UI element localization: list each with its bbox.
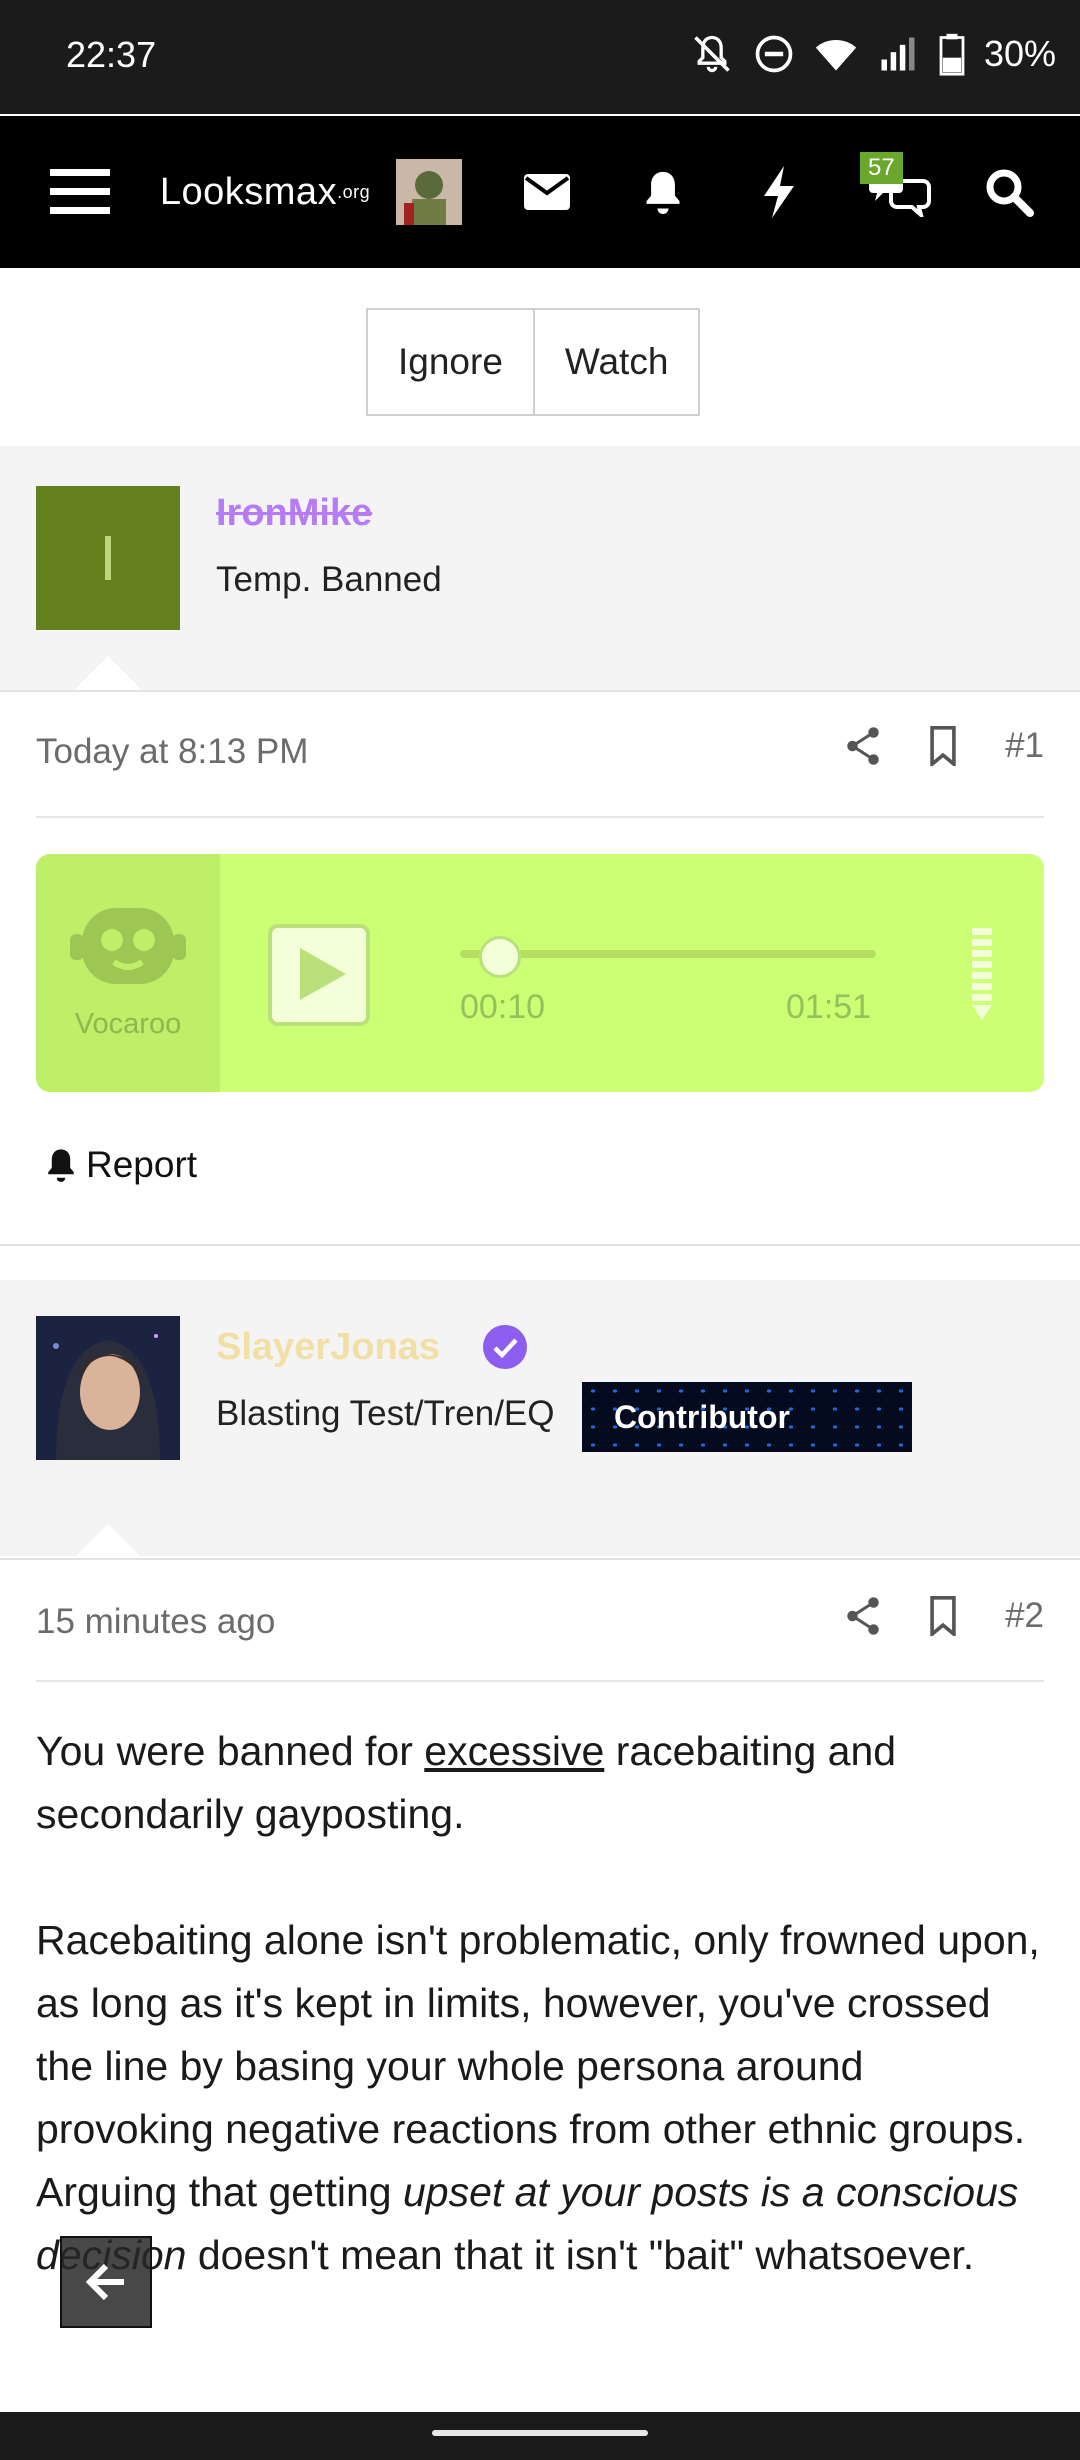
logo-suffix: .org [337, 181, 371, 202]
audio-seek-track[interactable] [460, 950, 876, 958]
watch-button[interactable]: Watch [534, 308, 701, 416]
post2-avatar[interactable] [36, 1316, 180, 1460]
avatar-letter: I [36, 486, 180, 630]
post1-number[interactable]: #1 [1005, 726, 1044, 766]
vocaroo-label: Vocaroo [74, 1008, 182, 1040]
back-button[interactable] [60, 2236, 152, 2328]
whats-new-lightning-icon[interactable] [742, 116, 816, 268]
post2-paragraph-1: You were banned for excessive racebaitin… [36, 1720, 1046, 1846]
post2-username[interactable]: SlayerJonas [216, 1326, 440, 1369]
post2-divider [0, 1558, 1080, 1560]
post2-user-title: Blasting Test/Tren/EQ [216, 1394, 555, 1433]
arrow-left-icon [85, 2263, 124, 2301]
para2-text-b: doesn't mean that it isn't "bait" whatso… [186, 2232, 975, 2278]
audio-duration: 01:51 [786, 988, 872, 1026]
system-nav-bar [0, 2412, 1080, 2460]
post2-caret [74, 1524, 142, 1558]
post2-user-block: SlayerJonas Blasting Test/Tren/EQ [0, 1280, 1080, 1556]
post1-divider [0, 690, 1080, 692]
thread-actions: Ignore Watch [366, 308, 701, 416]
do-not-disturb-icon [755, 35, 793, 73]
vocaroo-brand-panel[interactable]: Vocaroo [36, 854, 220, 1092]
volume-icon[interactable] [970, 926, 994, 1022]
bookmark-icon[interactable] [927, 726, 959, 766]
bell-icon [48, 1149, 74, 1182]
post1-user-block: I IronMike Temp. Banned [0, 446, 1080, 690]
post2-meta-actions: #2 [845, 1596, 1044, 1636]
share-icon[interactable] [845, 726, 881, 766]
bell-off-icon [694, 35, 730, 73]
conversations-icon[interactable] [860, 116, 940, 268]
audio-seek-handle[interactable] [479, 936, 522, 978]
vocaroo-player: Vocaroo 00:10 01:51 [36, 854, 1044, 1092]
post1-username[interactable]: IronMike [216, 492, 372, 535]
conversations-badge: 57 [860, 152, 903, 184]
wifi-icon [815, 40, 857, 71]
play-icon [300, 948, 346, 1000]
ignore-button[interactable]: Ignore [366, 308, 535, 416]
para1-text-a: You were banned for [36, 1728, 425, 1774]
report-label: Report [86, 1144, 198, 1185]
battery-percent: 30% [983, 33, 1056, 74]
post2-paragraph-2: Racebaiting alone isn't problematic, onl… [36, 1909, 1046, 2287]
post1-caret [74, 656, 142, 690]
post1-meta-rule [36, 816, 1044, 818]
post2-body: You were banned for excessive racebaitin… [36, 1720, 1046, 2350]
play-button[interactable] [268, 924, 370, 1026]
posts-divider [0, 1244, 1080, 1246]
site-logo[interactable]: Looksmax .org [158, 116, 372, 268]
alerts-bell-icon[interactable] [626, 116, 700, 268]
inbox-icon[interactable] [510, 116, 584, 268]
post1-timestamp[interactable]: Today at 8:13 PM [36, 732, 308, 772]
user-avatar[interactable] [394, 116, 464, 268]
report-link[interactable]: Report [44, 1144, 197, 1186]
status-icons: 30% [690, 32, 1056, 76]
post2-number[interactable]: #2 [1005, 1596, 1044, 1636]
post2-meta-rule [36, 1680, 1044, 1682]
verified-badge-icon [483, 1325, 527, 1369]
post1-meta-actions: #1 [845, 726, 1044, 766]
post1-avatar[interactable]: I [36, 486, 180, 630]
forum-navbar: Looksmax .org 57 [0, 116, 1080, 268]
share-icon[interactable] [845, 1596, 881, 1636]
battery-icon [939, 33, 965, 76]
logo-text: Looksmax [159, 170, 338, 213]
status-time: 22:37 [66, 34, 157, 75]
vocaroo-logo-icon [70, 908, 186, 984]
excessive-link[interactable]: excessive [424, 1728, 604, 1774]
contributor-banner: Contributor [582, 1382, 912, 1452]
post1-user-title: Temp. Banned [216, 560, 442, 599]
status-bar: 22:37 30% [0, 0, 1080, 114]
search-icon[interactable] [972, 116, 1046, 268]
signal-icon [881, 37, 915, 71]
audio-current-time: 00:10 [460, 988, 546, 1026]
home-gesture-handle[interactable] [432, 2430, 648, 2436]
bookmark-icon[interactable] [927, 1596, 959, 1636]
post2-timestamp[interactable]: 15 minutes ago [36, 1602, 275, 1642]
menu-icon[interactable] [40, 116, 120, 268]
